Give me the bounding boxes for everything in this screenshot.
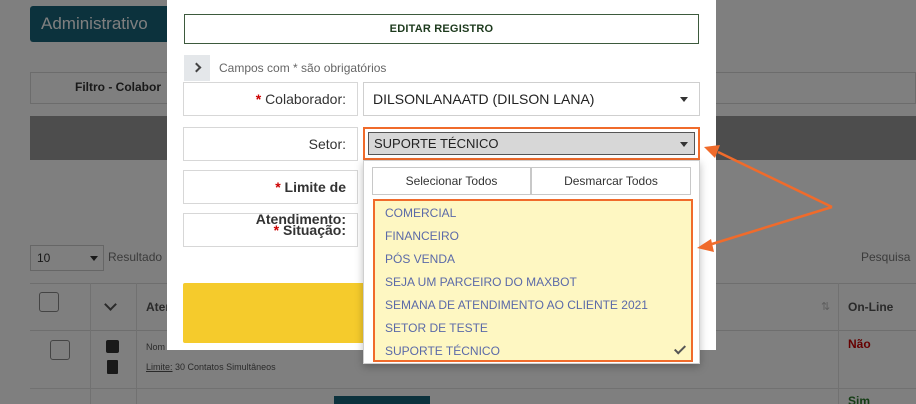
- option-comercial[interactable]: COMERCIAL: [385, 206, 456, 220]
- option-financeiro[interactable]: FINANCEIRO: [385, 229, 459, 243]
- save-button[interactable]: [183, 283, 367, 343]
- setor-select[interactable]: SUPORTE TÉCNICO: [363, 127, 700, 160]
- chevron-right-icon: [191, 62, 202, 73]
- option-setor-teste[interactable]: SETOR DE TESTE: [385, 321, 488, 335]
- option-list: COMERCIAL FINANCEIRO PÓS VENDA SEJA UM P…: [373, 199, 693, 362]
- modal-title: EDITAR REGISTRO: [184, 14, 699, 44]
- option-seja-parceiro[interactable]: SEJA UM PARCEIRO DO MAXBOT: [385, 275, 577, 289]
- select-all-button[interactable]: Selecionar Todos: [372, 167, 531, 195]
- option-suporte-tecnico[interactable]: SUPORTE TÉCNICO: [385, 344, 500, 358]
- colaborador-label: * Colaborador:: [183, 82, 358, 116]
- expand-toggle[interactable]: [184, 55, 210, 81]
- deselect-all-button[interactable]: Desmarcar Todos: [531, 167, 691, 195]
- limite-label: * Limite de Atendimento:: [183, 170, 358, 227]
- setor-select-value[interactable]: SUPORTE TÉCNICO: [368, 132, 695, 155]
- setor-label: Setor:: [183, 127, 358, 161]
- colaborador-select[interactable]: DILSONLANAATD (DILSON LANA): [363, 82, 700, 116]
- option-semana-atendimento[interactable]: SEMANA DE ATENDIMENTO AO CLIENTE 2021: [385, 298, 648, 312]
- check-icon: [673, 342, 687, 355]
- chevron-down-icon: [680, 97, 688, 102]
- required-note: Campos com * são obrigatórios: [219, 61, 387, 75]
- situacao-label: * Situação:: [183, 213, 358, 247]
- option-pos-venda[interactable]: PÓS VENDA: [385, 252, 455, 266]
- chevron-down-icon: [680, 142, 688, 147]
